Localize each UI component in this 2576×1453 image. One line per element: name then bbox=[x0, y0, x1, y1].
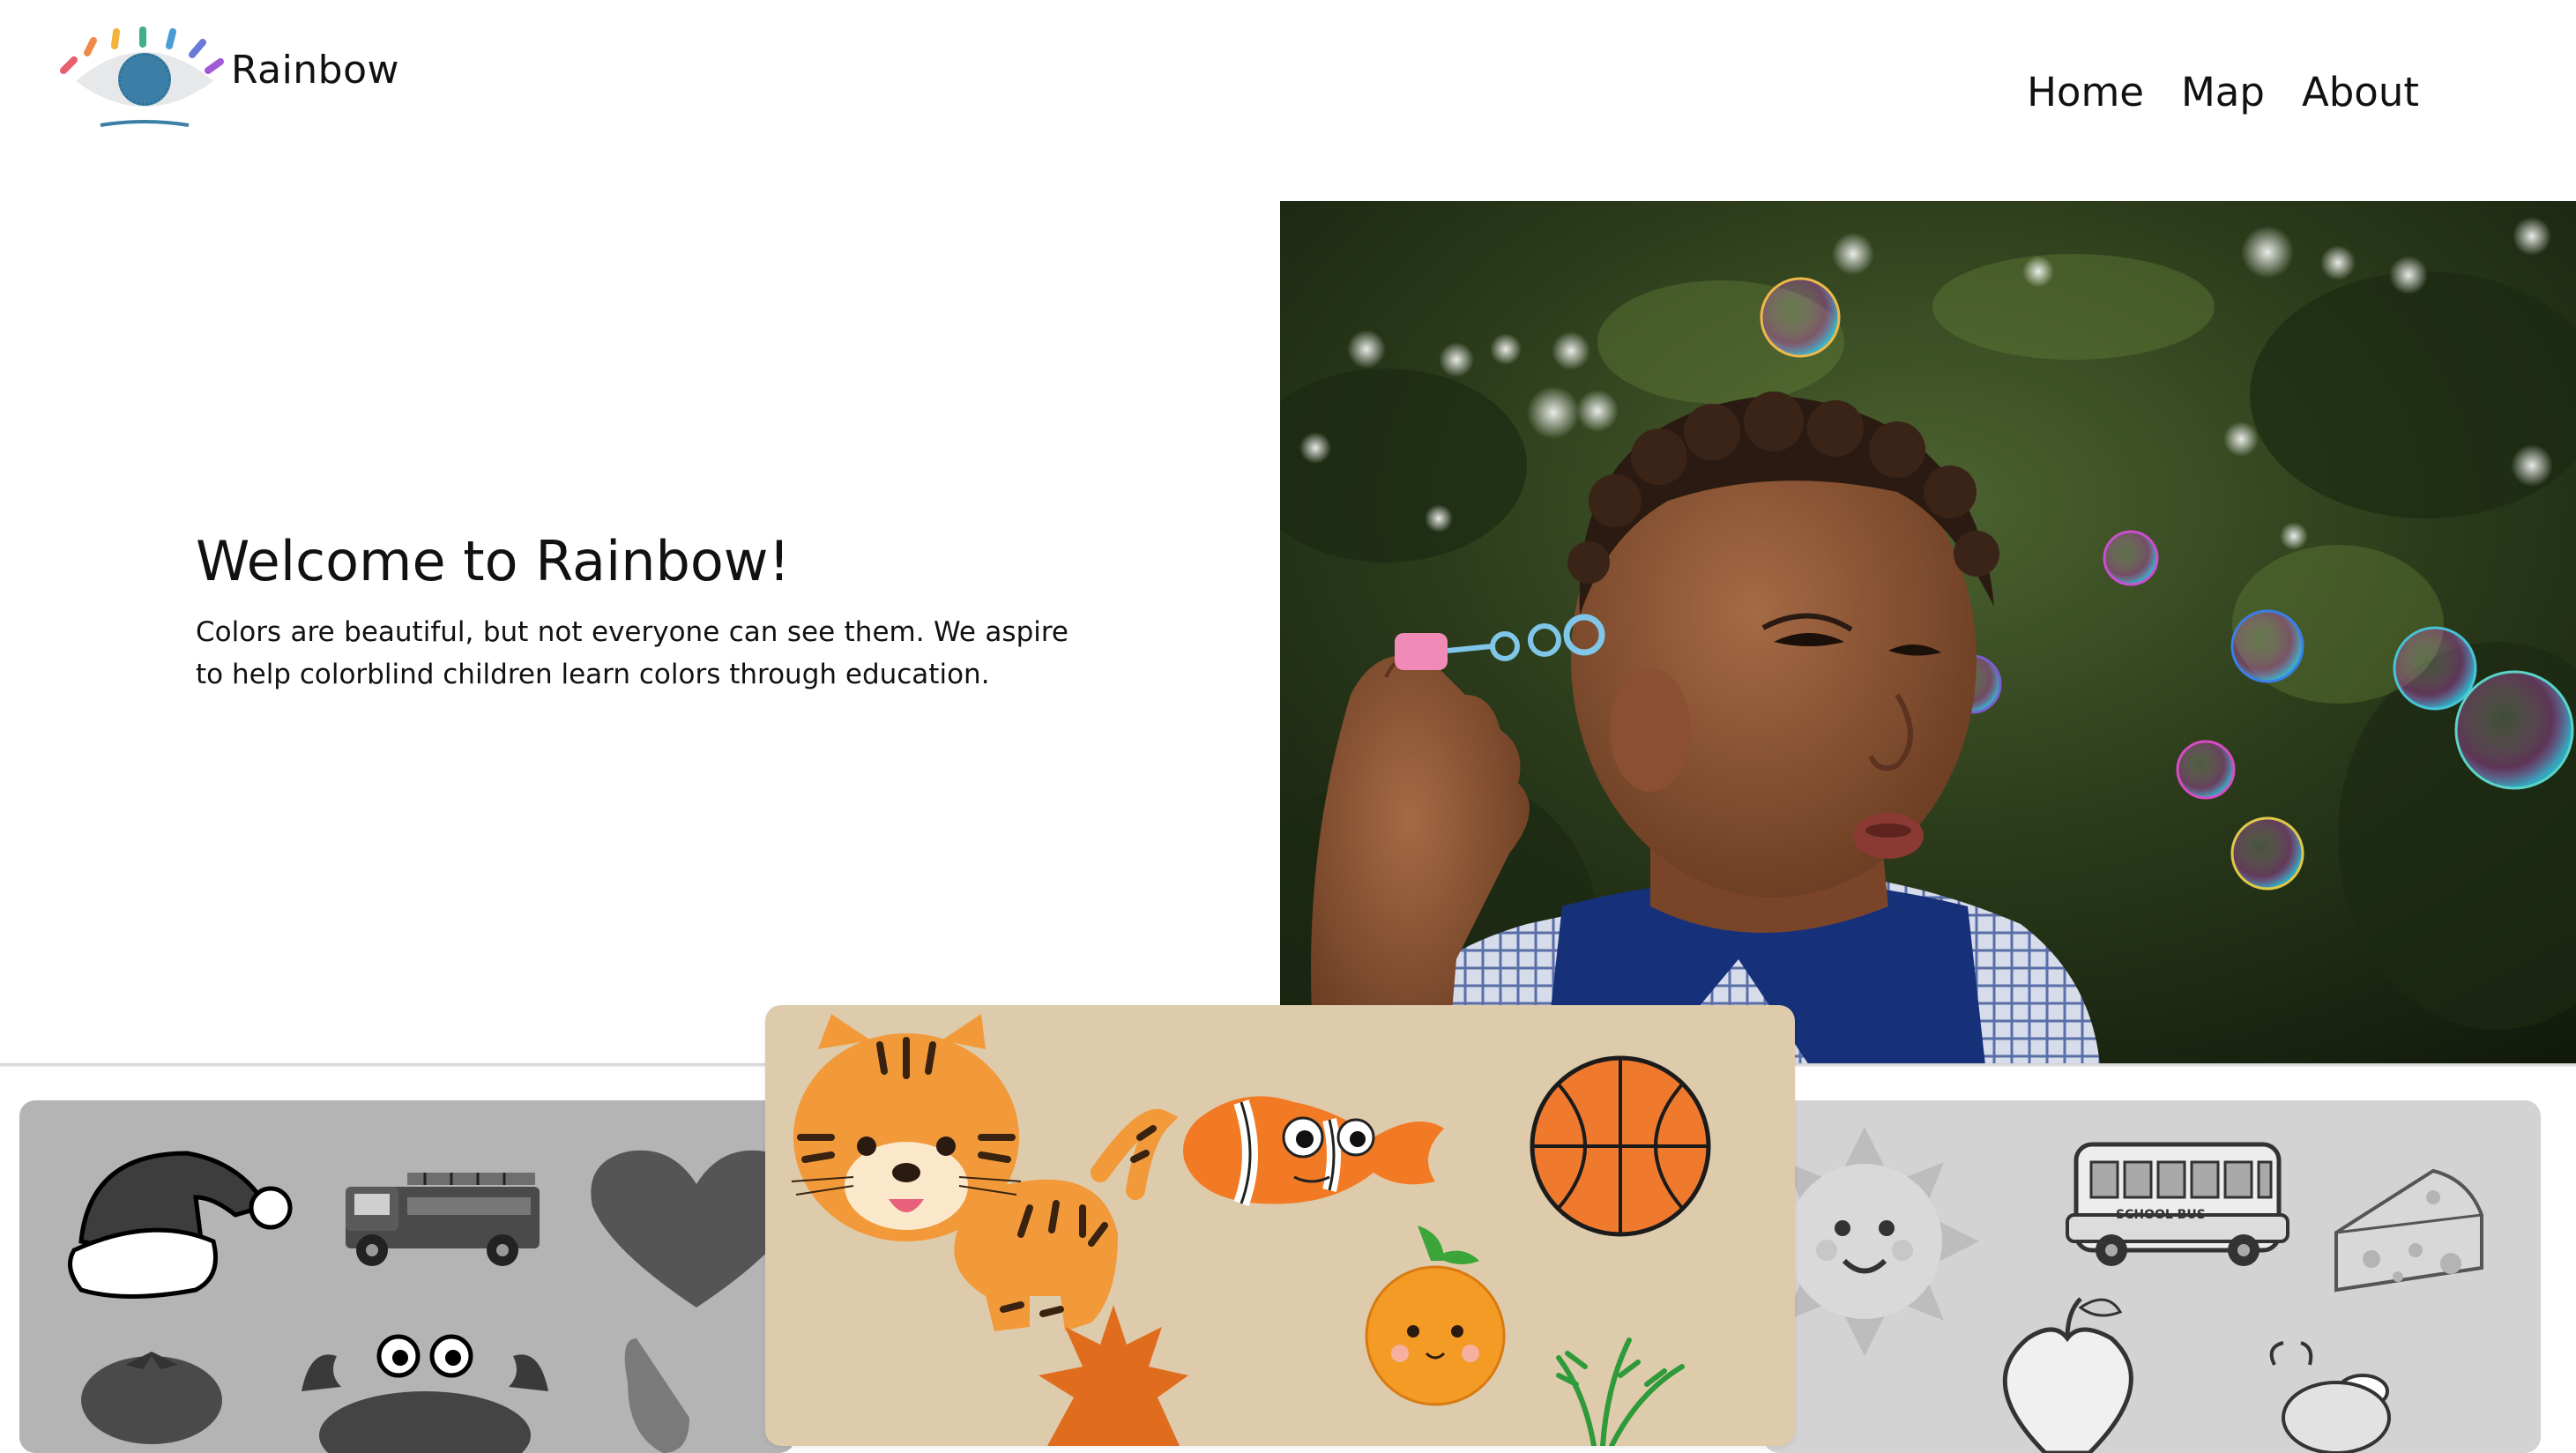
nav-home-link[interactable]: Home bbox=[2027, 69, 2144, 115]
tiger-icon bbox=[791, 1014, 1179, 1331]
cheese-icon bbox=[2334, 1168, 2483, 1293]
color-card-center[interactable] bbox=[765, 1005, 1795, 1446]
sun-icon bbox=[1763, 1127, 1979, 1356]
apple-icon bbox=[2002, 1297, 2133, 1453]
tomato-icon bbox=[81, 1352, 222, 1444]
rainbow-logo-icon[interactable] bbox=[56, 16, 233, 130]
hero-description: Colors are beautiful, but not everyone c… bbox=[196, 616, 1068, 690]
main-nav: Home Map About bbox=[2027, 69, 2419, 115]
school-bus-label: SCHOOL BUS bbox=[2116, 1208, 2206, 1222]
santa-hat-icon bbox=[68, 1151, 293, 1299]
tiger-head bbox=[791, 1014, 1022, 1241]
orange-fruit-icon bbox=[1365, 1226, 1506, 1406]
grayscale-card-right[interactable]: SCHOOL BUS bbox=[1763, 1100, 2541, 1453]
clownfish-icon bbox=[1183, 1096, 1444, 1207]
fire-truck-icon bbox=[346, 1173, 540, 1266]
maple-leaf-icon bbox=[1039, 1305, 1188, 1446]
hero-title: Welcome to Rainbow! bbox=[196, 529, 791, 593]
bee-icon bbox=[2269, 1341, 2391, 1453]
nav-about-link[interactable]: About bbox=[2302, 69, 2419, 115]
leaf-icon bbox=[624, 1338, 689, 1453]
nav-map-link[interactable]: Map bbox=[2181, 69, 2265, 115]
hero-photo bbox=[1280, 201, 2576, 1065]
basketball-icon bbox=[1530, 1055, 1711, 1237]
school-bus-icon: SCHOOL BUS bbox=[2066, 1142, 2289, 1266]
carrot-icon bbox=[1556, 1338, 1685, 1446]
brand-name[interactable]: Rainbow bbox=[231, 48, 399, 93]
hero-text: Welcome to Rainbow! Colors are beautiful… bbox=[196, 529, 1068, 696]
crab-icon bbox=[302, 1334, 548, 1453]
grayscale-card-left[interactable] bbox=[19, 1100, 795, 1453]
